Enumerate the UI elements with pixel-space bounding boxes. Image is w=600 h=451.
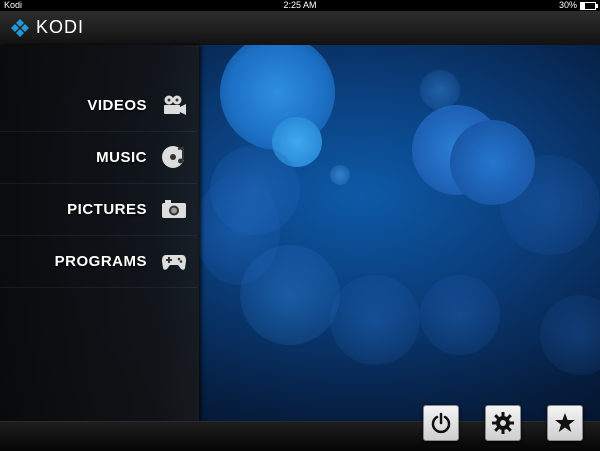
- menu-item-music[interactable]: MUSIC: [0, 131, 197, 184]
- favourites-button[interactable]: [547, 405, 583, 441]
- menu-item-label: VIDEOS: [87, 96, 147, 114]
- video-camera-icon: [161, 92, 187, 118]
- kodi-logo-icon: [11, 18, 29, 37]
- main-menu: VIDEOS MUSIC PICTURES PROGRAMS: [0, 45, 199, 421]
- music-disc-icon: [161, 144, 187, 170]
- menu-item-videos[interactable]: VIDEOS: [0, 79, 197, 132]
- status-battery: 30%: [558, 0, 598, 11]
- battery-icon: [580, 1, 598, 10]
- logo-text: KODI: [36, 17, 85, 37]
- menu-item-label: MUSIC: [96, 148, 147, 166]
- status-bar: Kodi 2:25 AM 30%: [0, 0, 600, 11]
- menu-item-programs[interactable]: PROGRAMS: [0, 235, 197, 288]
- status-time: 2:25 AM: [283, 0, 317, 10]
- gear-icon: [492, 412, 514, 434]
- power-icon: [431, 412, 451, 434]
- menu-item-pictures[interactable]: PICTURES: [0, 183, 197, 236]
- menu-item-label: PROGRAMS: [54, 252, 147, 270]
- kodi-logo[interactable]: KODI: [10, 17, 84, 38]
- power-button[interactable]: [423, 405, 459, 441]
- battery-percent: 30%: [558, 0, 577, 10]
- app-header: KODI: [0, 11, 600, 46]
- menu-item-label: PICTURES: [67, 200, 147, 218]
- photo-camera-icon: [161, 196, 187, 222]
- star-icon: [555, 413, 575, 432]
- gamepad-icon: [161, 248, 187, 274]
- settings-button[interactable]: [485, 405, 521, 441]
